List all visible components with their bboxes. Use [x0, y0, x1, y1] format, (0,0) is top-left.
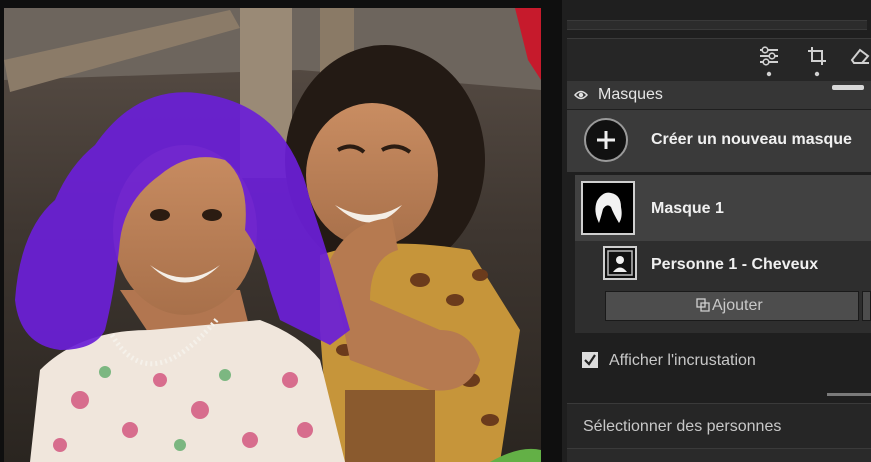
mask-list: Masque 1 Personne 1 - Cheveux Ajouter	[575, 175, 871, 333]
mask-name: Masque 1	[651, 200, 724, 217]
add-button[interactable]: Ajouter	[605, 291, 859, 321]
plus-icon	[597, 131, 615, 149]
mask-thumbnail[interactable]	[581, 181, 635, 235]
photo-image	[0, 0, 562, 462]
right-panel: Masques Créer un nouveau masque Masque 1	[562, 0, 871, 462]
create-mask-label: Créer un nouveau masque	[651, 131, 852, 148]
overlay-checkbox[interactable]	[582, 352, 598, 368]
crop-icon[interactable]	[805, 45, 829, 79]
subtract-button[interactable]	[862, 291, 871, 321]
scroll-indicator[interactable]	[827, 393, 871, 396]
select-people-label: Sélectionner des personnes	[583, 418, 782, 435]
create-mask-row[interactable]: Créer un nouveau masque	[567, 110, 871, 172]
tool-strip	[567, 38, 871, 81]
eye-icon[interactable]	[574, 88, 588, 107]
bottom-bar	[567, 448, 871, 462]
select-people-section[interactable]: Sélectionner des personnes	[567, 403, 871, 448]
photo-canvas[interactable]	[0, 0, 562, 462]
mask-item[interactable]: Masque 1	[575, 175, 871, 241]
top-divider	[567, 20, 867, 30]
sliders-icon[interactable]	[757, 45, 781, 79]
add-tag-icon	[696, 298, 710, 317]
add-button-label: Ajouter	[712, 297, 763, 314]
component-name: Personne 1 - Cheveux	[651, 256, 819, 273]
masks-title: Masques	[598, 86, 663, 103]
overlay-label: Afficher l'incrustation	[609, 352, 756, 369]
mask-component[interactable]: Personne 1 - Cheveux	[575, 243, 871, 287]
checkmark-icon	[584, 354, 596, 366]
add-mask-button[interactable]	[584, 118, 628, 162]
masks-header[interactable]: Masques	[567, 81, 871, 109]
eraser-icon[interactable]	[849, 45, 871, 79]
person-icon	[603, 246, 637, 280]
collapse-handle[interactable]	[832, 85, 864, 90]
overlay-row[interactable]: Afficher l'incrustation	[582, 350, 867, 374]
